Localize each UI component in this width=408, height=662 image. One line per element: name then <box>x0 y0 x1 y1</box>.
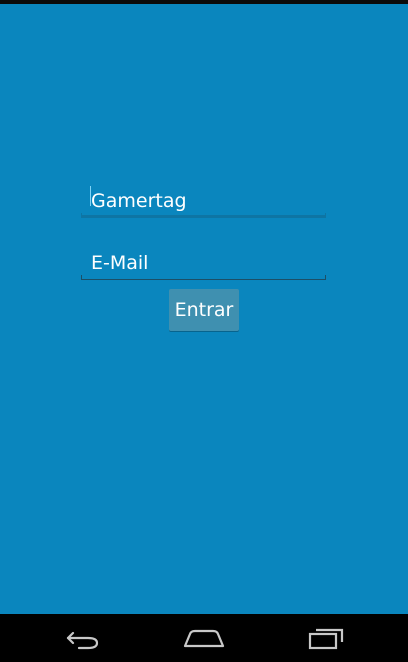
login-screen: Gamertag E-Mail Entrar <box>0 4 408 614</box>
recent-apps-icon <box>306 626 346 650</box>
gamertag-underline <box>81 215 326 218</box>
email-underline <box>81 279 326 280</box>
home-icon <box>182 627 226 649</box>
field-tick <box>325 275 326 280</box>
back-arrow-icon <box>64 626 102 650</box>
enter-button[interactable]: Entrar <box>169 289 239 331</box>
gamertag-field[interactable]: Gamertag <box>81 184 326 218</box>
home-button[interactable] <box>164 614 244 662</box>
field-tick <box>81 275 82 280</box>
field-tick <box>81 213 82 218</box>
email-placeholder: E-Mail <box>91 252 149 274</box>
navigation-bar <box>0 614 408 662</box>
field-tick <box>325 213 326 218</box>
recent-apps-button[interactable] <box>286 614 366 662</box>
email-field[interactable]: E-Mail <box>81 246 326 280</box>
gamertag-placeholder: Gamertag <box>91 190 187 212</box>
back-button[interactable] <box>43 614 123 662</box>
